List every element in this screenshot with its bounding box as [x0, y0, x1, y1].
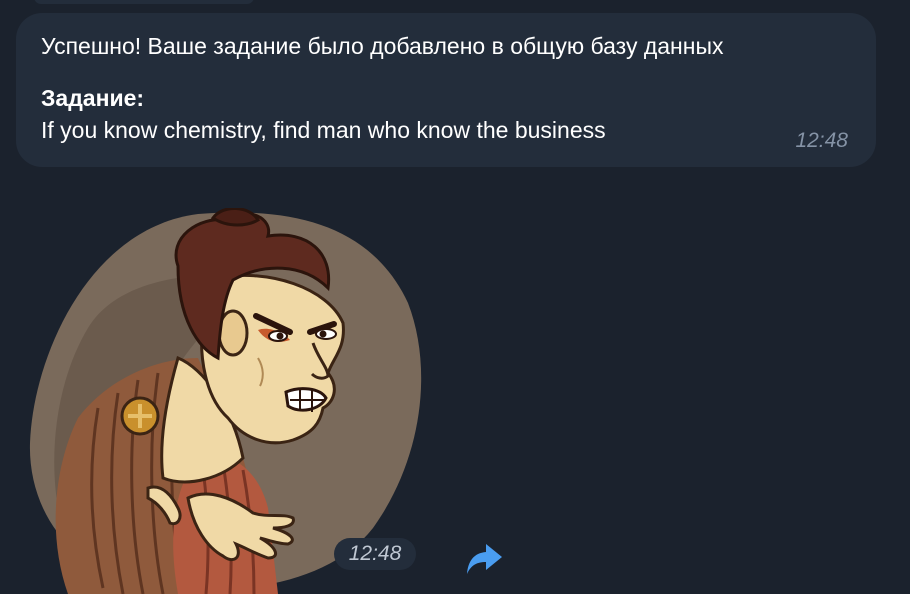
forward-button[interactable] [464, 541, 504, 577]
message-success-text: Успешно! Ваше задание было добавлено в о… [41, 33, 724, 59]
sticker-image[interactable] [28, 208, 428, 594]
previous-message-edge [34, 0, 254, 4]
message-task-label: Задание: [41, 85, 145, 111]
sticker-timestamp: 12:48 [334, 538, 416, 570]
message-timestamp: 12:48 [795, 129, 848, 152]
message-task-text: If you know chemistry, find man who know… [41, 117, 606, 143]
message-bubble[interactable]: Успешно! Ваше задание было добавлено в о… [16, 13, 876, 167]
forward-arrow-icon [467, 544, 502, 574]
